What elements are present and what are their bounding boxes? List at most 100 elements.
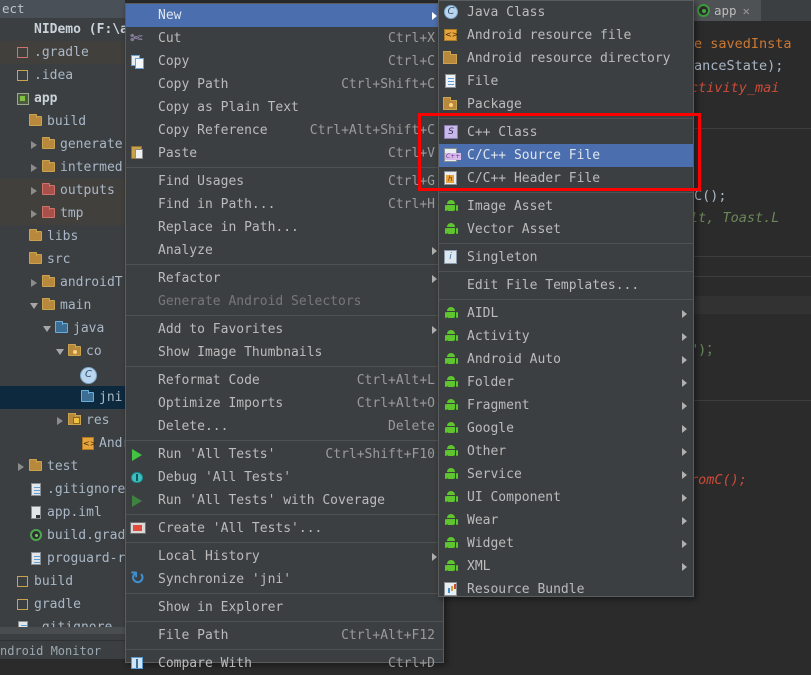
menu-item[interactable]: Find in Path... Ctrl+H — [126, 193, 443, 216]
menu-item[interactable]: Other — [439, 440, 693, 463]
tree-item[interactable]: libs — [0, 225, 125, 248]
tree-item[interactable]: jni — [0, 386, 125, 409]
menu-item[interactable]: Vector Asset — [439, 218, 693, 241]
menu-item[interactable]: i Singleton — [439, 246, 693, 269]
menu-item[interactable]: Cut Ctrl+X — [126, 27, 443, 50]
menu-item[interactable]: Refactor — [126, 267, 443, 290]
android-monitor-bar[interactable]: ndroid Monitor — [0, 641, 125, 659]
panel-splitter[interactable] — [0, 627, 125, 634]
tree-item[interactable]: C — [0, 363, 125, 386]
menu-item[interactable]: Show Image Thumbnails — [126, 341, 443, 364]
tree-item[interactable]: .idea — [0, 64, 125, 87]
menu-item[interactable]: Copy Ctrl+C — [126, 50, 443, 73]
menu-item[interactable]: Edit File Templates... — [439, 274, 693, 297]
menu-item[interactable]: Replace in Path... — [126, 216, 443, 239]
tree-item[interactable]: app.iml — [0, 501, 125, 524]
menu-item[interactable]: AIDL — [439, 302, 693, 325]
menu-item[interactable]: Analyze — [126, 239, 443, 262]
tree-item[interactable]: src — [0, 248, 125, 271]
tree-item[interactable]: res — [0, 409, 125, 432]
menu-item[interactable]: Find Usages Ctrl+G — [126, 170, 443, 193]
chevron-right-icon[interactable] — [28, 138, 41, 151]
menu-item[interactable]: Copy Path Ctrl+Shift+C — [126, 73, 443, 96]
menu-item[interactable]: Copy as Plain Text — [126, 96, 443, 119]
menu-item[interactable]: UI Component — [439, 486, 693, 509]
menu-item[interactable]: File — [439, 70, 693, 93]
chevron-right-icon[interactable] — [28, 276, 41, 289]
menu-item[interactable]: Resource Bundle — [439, 578, 693, 601]
new-submenu[interactable]: C Java Class <> Android resource file Androi… — [438, 0, 694, 597]
tree-item[interactable]: .gradle — [0, 41, 125, 64]
menu-item[interactable]: Image Asset — [439, 195, 693, 218]
menu-item[interactable]: XML — [439, 555, 693, 578]
chevron-down-icon[interactable] — [54, 345, 67, 358]
tree-item[interactable]: gradle — [0, 593, 125, 616]
menu-item[interactable]: Wear — [439, 509, 693, 532]
chevron-right-icon[interactable] — [54, 414, 67, 427]
menu-item[interactable]: Copy Reference Ctrl+Alt+Shift+C — [126, 119, 443, 142]
menu-item[interactable]: Optimize Imports Ctrl+Alt+O — [126, 392, 443, 415]
tree-item[interactable]: outputs — [0, 179, 125, 202]
menu-item[interactable]: Paste Ctrl+V — [126, 142, 443, 165]
menu-item[interactable]: <> Android resource file — [439, 24, 693, 47]
close-icon[interactable]: ✕ — [743, 4, 750, 18]
menu-item[interactable]: Local History — [126, 545, 443, 568]
menu-item[interactable]: Reformat Code Ctrl+Alt+L — [126, 369, 443, 392]
chevron-down-icon[interactable] — [41, 322, 54, 335]
context-menu[interactable]: New Cut Ctrl+X Copy Ctrl+C Copy Path Ctrl+Shif… — [125, 3, 444, 671]
tree-item[interactable]: proguard-ru — [0, 547, 125, 570]
tree-item[interactable]: build.gradl — [0, 524, 125, 547]
menu-item[interactable]: Widget — [439, 532, 693, 555]
menu-item[interactable]: Add to Favorites — [126, 318, 443, 341]
tree-item[interactable]: .gitignore — [0, 478, 125, 501]
chevron-right-icon[interactable] — [28, 184, 41, 197]
tree-item[interactable]: generate — [0, 133, 125, 156]
menu-item[interactable]: Activity — [439, 325, 693, 348]
menu-item[interactable]: Run 'All Tests' Ctrl+Shift+F10 — [126, 443, 443, 466]
tree-item[interactable]: tmp — [0, 202, 125, 225]
tree-item[interactable]: build — [0, 110, 125, 133]
menu-item[interactable]: Package — [439, 93, 693, 116]
menu-item[interactable]: Synchronize 'jni' — [126, 568, 443, 591]
menu-item[interactable]: New — [126, 4, 443, 27]
menu-item[interactable]: Folder — [439, 371, 693, 394]
project-panel[interactable]: ect NIDemo (F:\andro .gradle .idea app build… — [0, 0, 125, 659]
menu-item[interactable]: S C++ Class — [439, 121, 693, 144]
editor-tab-app[interactable]: app ✕ — [693, 0, 761, 21]
menu-item[interactable]: Create 'All Tests'... — [126, 517, 443, 540]
menu-item[interactable]: C/C++ Header File — [439, 167, 693, 190]
tree-item[interactable]: <>Andro — [0, 432, 125, 455]
chevron-right-icon[interactable] — [28, 161, 41, 174]
menu-item[interactable]: Show in Explorer — [126, 596, 443, 619]
menu-item[interactable]: Debug 'All Tests' — [126, 466, 443, 489]
tree-item[interactable]: androidT — [0, 271, 125, 294]
tree-item[interactable]: java — [0, 317, 125, 340]
tree-item[interactable]: main — [0, 294, 125, 317]
tree-item[interactable]: app — [0, 87, 125, 110]
menu-item[interactable]: C Java Class — [439, 1, 693, 24]
menu-item-spacer — [128, 77, 150, 93]
menu-item[interactable]: File Path Ctrl+Alt+F12 — [126, 624, 443, 647]
tree-item[interactable]: test — [0, 455, 125, 478]
chevron-down-icon[interactable] — [28, 299, 41, 312]
chevron-right-icon[interactable] — [15, 460, 28, 473]
menu-item[interactable]: Android Auto — [439, 348, 693, 371]
menu-item[interactable]: Generate Android Selectors — [126, 290, 443, 313]
tree-item[interactable]: co — [0, 340, 125, 363]
menu-item[interactable]: Fragment — [439, 394, 693, 417]
chevron-right-icon[interactable] — [28, 207, 41, 220]
menu-item[interactable]: Service — [439, 463, 693, 486]
chevron-right-icon — [682, 470, 687, 479]
menu-item[interactable]: Android resource directory — [439, 47, 693, 70]
menu-item[interactable]: C/C++ Source File — [439, 144, 693, 167]
menu-item[interactable]: Google — [439, 417, 693, 440]
tree-item[interactable]: NIDemo (F:\andro — [0, 18, 125, 41]
menu-item[interactable]: Run 'All Tests' with Coverage — [126, 489, 443, 512]
menu-item-label: Debug 'All Tests' — [158, 470, 292, 485]
tree-item[interactable]: build — [0, 570, 125, 593]
menu-item[interactable]: Delete... Delete — [126, 415, 443, 438]
tree-item[interactable]: intermed — [0, 156, 125, 179]
menu-item[interactable]: Compare With Ctrl+D — [126, 652, 443, 675]
project-tree[interactable]: NIDemo (F:\andro .gradle .idea app build gene… — [0, 18, 125, 639]
